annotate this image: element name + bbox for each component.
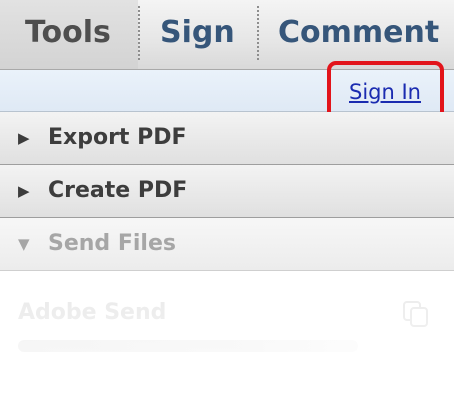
sign-in-link[interactable]: Sign In xyxy=(349,79,421,105)
panel-label: Send Files xyxy=(48,231,176,256)
tab-tools[interactable]: Tools xyxy=(0,0,138,69)
tab-comment[interactable]: Comment xyxy=(258,0,454,69)
panel-export-pdf[interactable]: ▶ Export PDF xyxy=(0,112,454,165)
panel-create-pdf[interactable]: ▶ Create PDF xyxy=(0,165,454,218)
triangle-right-icon: ▶ xyxy=(18,129,30,147)
triangle-right-icon: ▶ xyxy=(18,182,30,200)
panel-send-files[interactable]: ▼ Send Files xyxy=(0,218,454,271)
service-description-placeholder xyxy=(18,340,358,352)
panel-label: Create PDF xyxy=(48,178,188,203)
panel-label: Export PDF xyxy=(48,125,187,150)
copy-icon[interactable] xyxy=(400,298,432,330)
triangle-down-icon: ▼ xyxy=(18,235,30,253)
tab-sign[interactable]: Sign xyxy=(139,0,257,69)
adobe-send-title[interactable]: Adobe Send xyxy=(18,300,166,325)
top-tab-bar: Tools Sign Comment xyxy=(0,0,454,70)
